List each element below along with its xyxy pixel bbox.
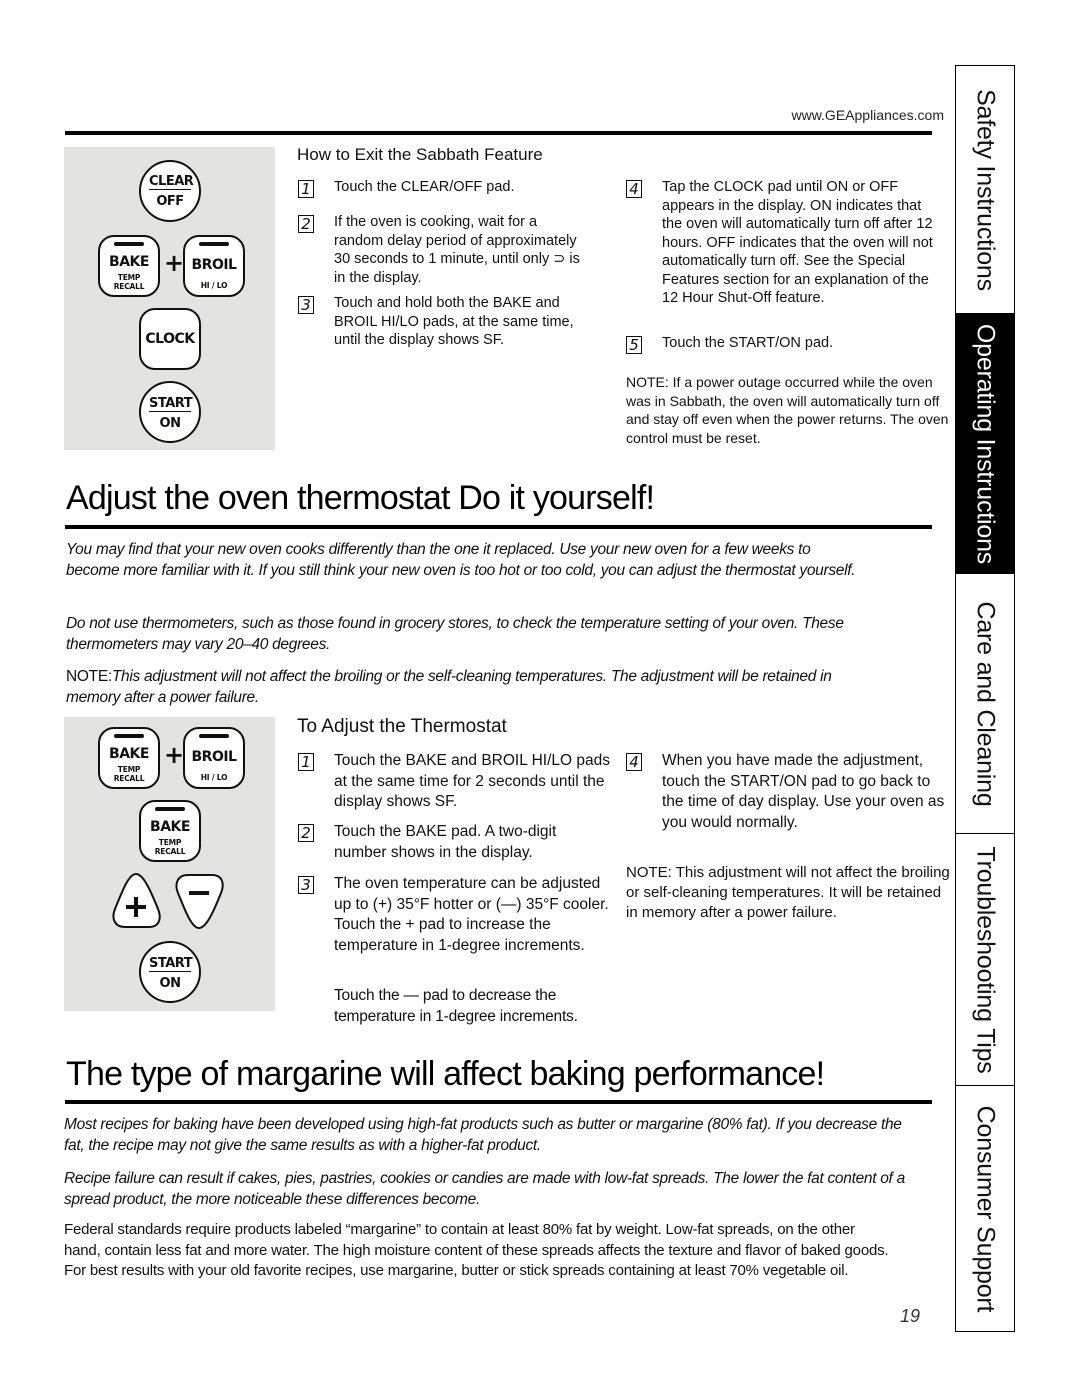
side-tab-safety-instructions[interactable]: Safety Instructions bbox=[956, 66, 1014, 314]
step-number: 1 bbox=[298, 180, 314, 198]
key-label: OFF bbox=[156, 194, 184, 209]
key-label: CLEAR bbox=[149, 174, 194, 190]
broil-hi-lo-key: BROIL HI / LO bbox=[183, 235, 245, 297]
side-tab-troubleshooting-tips[interactable]: Troubleshooting Tips bbox=[956, 834, 1014, 1086]
step-number: 1 bbox=[298, 753, 314, 771]
side-tab-nav: Safety Instructions Operating Instructio… bbox=[955, 65, 1015, 1332]
note-text: This adjustment will not affect the broi… bbox=[66, 668, 832, 706]
plus-icon: + bbox=[164, 249, 185, 277]
step-text: Touch the CLEAR/OFF pad. bbox=[334, 179, 515, 195]
key-label: BAKE bbox=[109, 746, 149, 762]
key-label: ON bbox=[159, 976, 181, 991]
clock-key: CLOCK bbox=[139, 308, 201, 370]
sabbath-exit-heading: How to Exit the Sabbath Feature bbox=[297, 145, 543, 164]
note-label: NOTE: bbox=[66, 668, 112, 685]
step-text: If the oven is cooking, wait for a rando… bbox=[334, 214, 580, 286]
key-label: BROIL bbox=[191, 257, 237, 273]
thermostat-step-3-continued: Touch the — pad to decrease the temperat… bbox=[334, 987, 578, 1025]
header-rule bbox=[65, 131, 932, 135]
key-sublabel: RECALL bbox=[154, 847, 186, 856]
thermometer-warning-paragraph: Do not use thermometers, such as those f… bbox=[66, 615, 844, 653]
side-tab-label: Operating Instructions bbox=[971, 323, 1000, 564]
step-number: 4 bbox=[626, 753, 642, 771]
key-sublabel: TEMP bbox=[158, 838, 182, 847]
bake-temp-recall-key: BAKE TEMP RECALL bbox=[98, 727, 160, 789]
margarine-paragraph-1: Most recipes for baking have been develo… bbox=[64, 1116, 902, 1154]
sabbath-power-outage-note: NOTE: If a power outage occurred while t… bbox=[626, 374, 949, 446]
key-sublabel: RECALL bbox=[113, 774, 145, 783]
thermostat-intro-paragraph: You may find that your new oven cooks di… bbox=[66, 541, 856, 579]
key-label: BAKE bbox=[109, 254, 149, 270]
key-sublabel: HI / LO bbox=[200, 281, 228, 290]
start-on-key: START ON bbox=[139, 941, 201, 1003]
key-label: START bbox=[149, 396, 193, 412]
key-label: ON bbox=[159, 416, 181, 431]
key-label: BROIL bbox=[191, 749, 237, 765]
step-text: Touch the BAKE pad. A two-digit number s… bbox=[334, 823, 557, 861]
step-number: 2 bbox=[298, 824, 314, 842]
side-tab-care-and-cleaning[interactable]: Care and Cleaning bbox=[956, 574, 1014, 834]
key-label: START bbox=[149, 956, 193, 972]
plus-icon: + bbox=[164, 741, 185, 769]
key-label: BAKE bbox=[150, 819, 190, 835]
indicator-bar bbox=[199, 734, 229, 738]
clear-off-key: CLEAR OFF bbox=[139, 160, 201, 222]
key-sublabel: HI / LO bbox=[200, 773, 228, 782]
indicator-bar bbox=[199, 242, 229, 246]
key-sublabel: TEMP bbox=[117, 765, 141, 774]
section-rule bbox=[65, 525, 932, 529]
key-label: CLOCK bbox=[145, 331, 195, 347]
margarine-heading: The type of margarine will affect baking… bbox=[66, 1055, 825, 1093]
page-number: 19 bbox=[900, 1306, 921, 1326]
thermostat-note-paragraph: NOTE:This adjustment will not affect the… bbox=[66, 666, 886, 708]
step-number: 3 bbox=[298, 296, 314, 314]
indicator-bar bbox=[155, 807, 185, 811]
side-tab-label: Safety Instructions bbox=[971, 88, 1000, 291]
step-text: Touch the START/ON pad. bbox=[662, 335, 834, 351]
thermostat-heading: Adjust the oven thermostat Do it yoursel… bbox=[66, 479, 655, 517]
step-number: 4 bbox=[626, 180, 642, 198]
adjust-thermostat-heading: To Adjust the Thermostat bbox=[297, 716, 507, 737]
side-tab-label: Troubleshooting Tips bbox=[971, 845, 1000, 1074]
indicator-bar bbox=[114, 242, 144, 246]
sabbath-keypad-illustration: CLEAR OFF BAKE TEMP RECALL + BROIL HI / … bbox=[64, 147, 275, 450]
step-text: Touch and hold both the BAKE and BROIL H… bbox=[334, 295, 574, 348]
step-number: 5 bbox=[626, 336, 642, 354]
key-sublabel: TEMP bbox=[117, 273, 141, 282]
plus-key bbox=[112, 872, 161, 928]
thermostat-keypad-illustration: BAKE TEMP RECALL + BROIL HI / LO BAKE TE… bbox=[64, 717, 275, 1011]
margarine-paragraph-2: Recipe failure can result if cakes, pies… bbox=[64, 1170, 905, 1208]
step-text: Tap the CLOCK pad until ON or OFF appear… bbox=[662, 179, 933, 306]
step-text: Touch the BAKE and BROIL HI/LO pads at t… bbox=[334, 752, 610, 810]
step-text: When you have made the adjustment, touch… bbox=[662, 752, 945, 831]
start-on-key: START ON bbox=[139, 381, 201, 443]
section-rule bbox=[65, 1100, 932, 1104]
step-number: 3 bbox=[298, 876, 314, 894]
key-sublabel: RECALL bbox=[113, 282, 145, 291]
margarine-paragraph-3: Federal standards require products label… bbox=[64, 1221, 889, 1279]
bake-temp-recall-key: BAKE TEMP RECALL bbox=[98, 235, 160, 297]
indicator-bar bbox=[114, 734, 144, 738]
broil-hi-lo-key: BROIL HI / LO bbox=[183, 727, 245, 789]
side-tab-label: Consumer Support bbox=[971, 1105, 1000, 1312]
side-tab-operating-instructions[interactable]: Operating Instructions bbox=[956, 314, 1014, 574]
side-tab-consumer-support[interactable]: Consumer Support bbox=[956, 1086, 1014, 1331]
thermostat-retention-note: NOTE: This adjustment will not affect th… bbox=[626, 864, 950, 921]
bake-temp-recall-key: BAKE TEMP RECALL bbox=[139, 800, 201, 862]
step-text: The oven temperature can be adjusted up … bbox=[334, 875, 609, 954]
minus-key bbox=[175, 874, 224, 930]
step-number: 2 bbox=[298, 215, 314, 233]
site-url[interactable]: www.GEAppliances.com bbox=[640, 107, 944, 123]
side-tab-label: Care and Cleaning bbox=[971, 600, 1000, 807]
